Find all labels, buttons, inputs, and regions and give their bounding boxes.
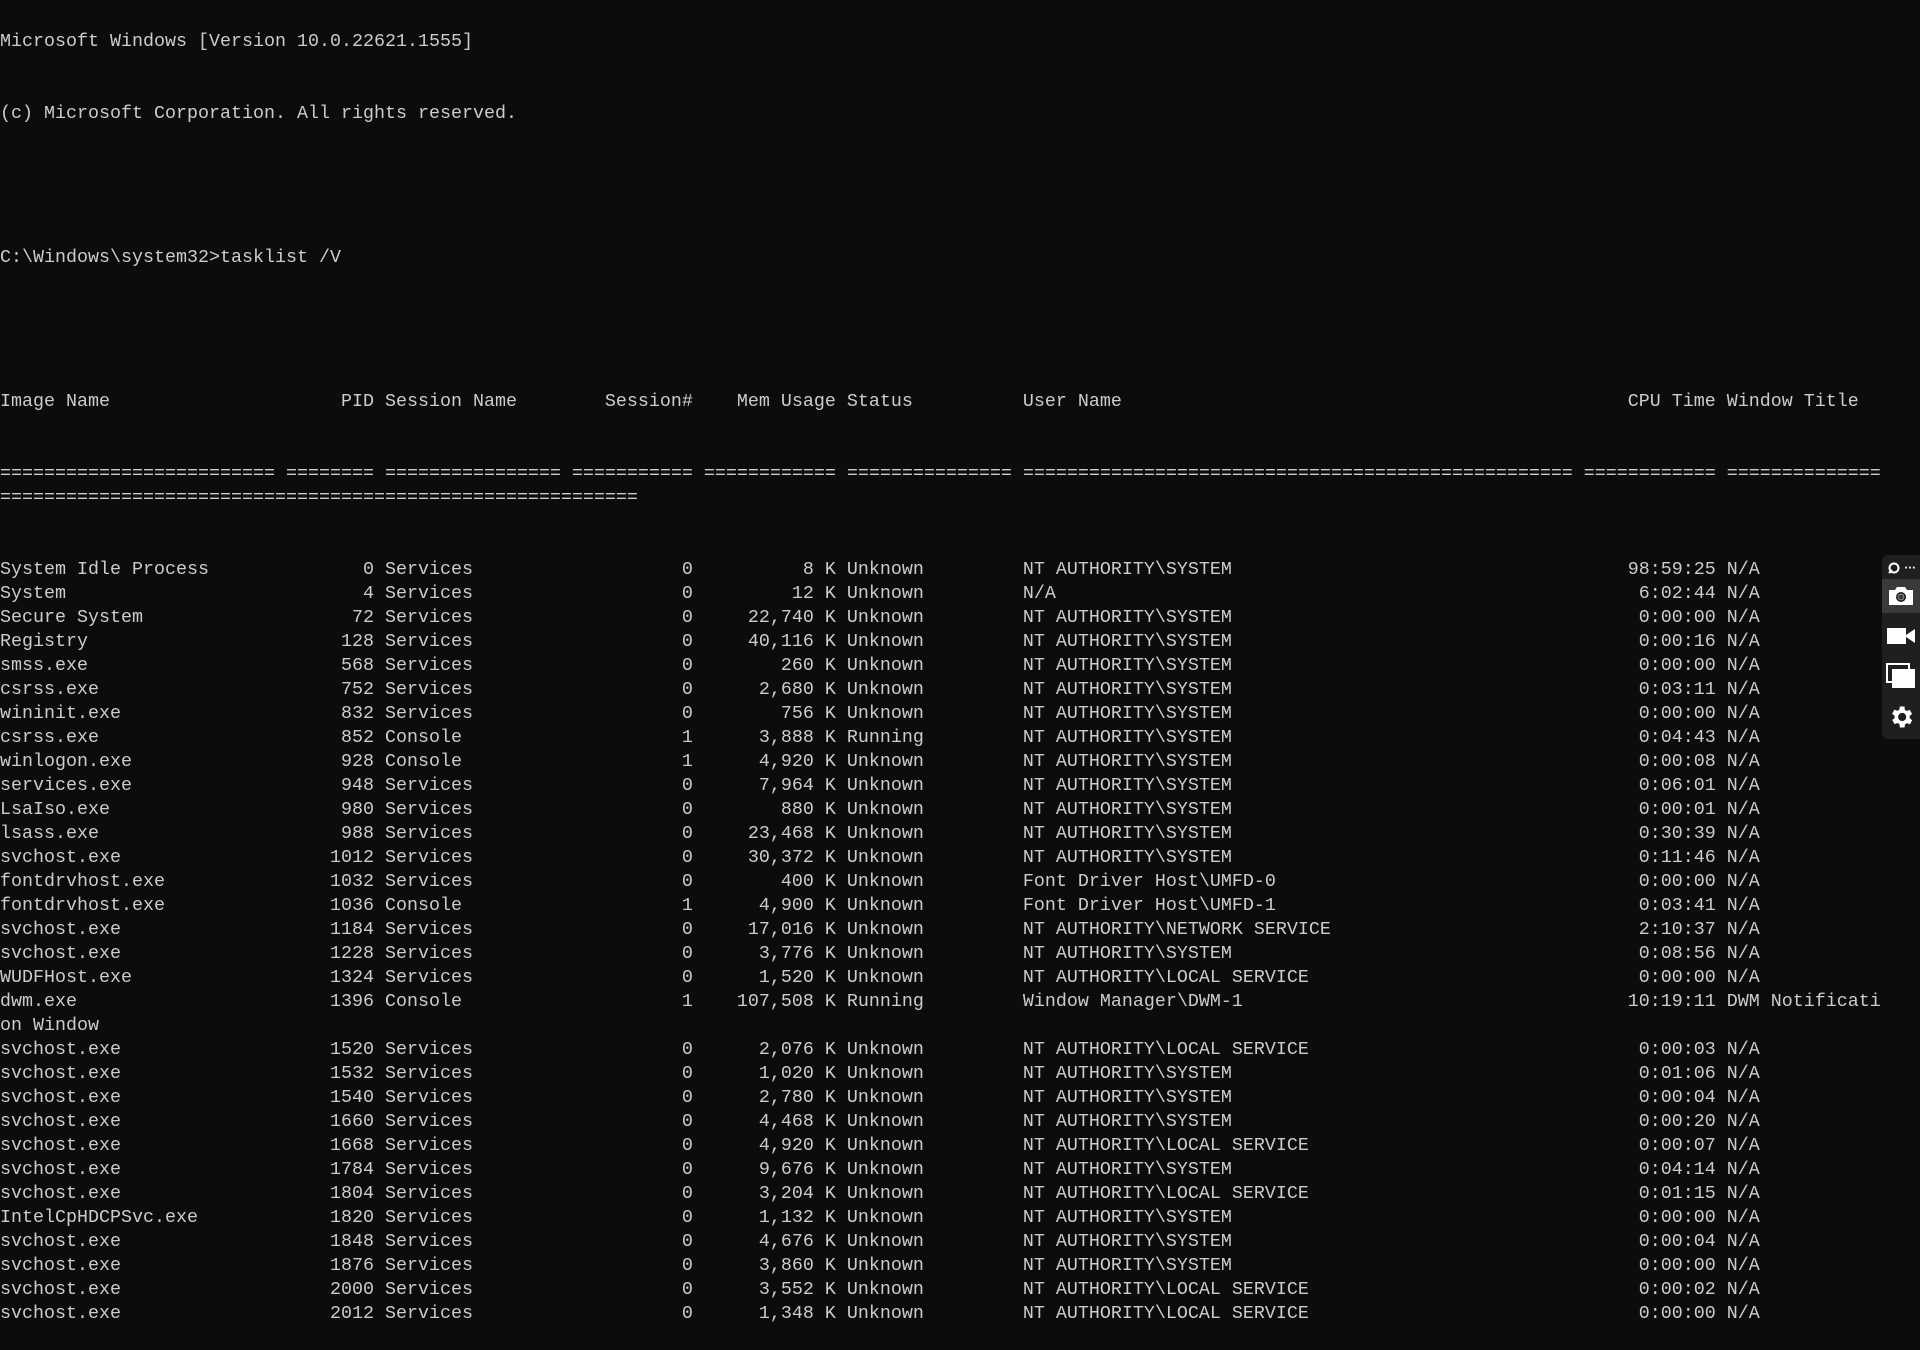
table-row: svchost.exe 1848 Services 0 4,676 K Unkn… <box>0 1231 1760 1252</box>
floating-capture-toolbar: ··· <box>1882 555 1920 739</box>
video-record-icon <box>1887 628 1915 644</box>
table-row: lsass.exe 988 Services 0 23,468 K Unknow… <box>0 823 1760 844</box>
table-row: svchost.exe 2000 Services 0 3,552 K Unkn… <box>0 1279 1760 1300</box>
table-row: wininit.exe 832 Services 0 756 K Unknown… <box>0 703 1760 724</box>
table-row: svchost.exe 1668 Services 0 4,920 K Unkn… <box>0 1135 1760 1156</box>
record-video-button[interactable] <box>1882 619 1920 653</box>
screenshot-camera-icon <box>1889 587 1913 605</box>
table-row: svchost.exe 2012 Services 0 1,348 K Unkn… <box>0 1303 1760 1324</box>
window-copy-icon <box>1886 663 1915 688</box>
table-row: winlogon.exe 928 Console 1 4,920 K Unkno… <box>0 751 1760 772</box>
table-row: fontdrvhost.exe 1036 Console 1 4,900 K U… <box>0 895 1760 916</box>
table-row: svchost.exe 1520 Services 0 2,076 K Unkn… <box>0 1039 1760 1060</box>
table-row: svchost.exe 1532 Services 0 1,020 K Unkn… <box>0 1063 1760 1084</box>
command-prompt: C:\Windows\system32>tasklist /V <box>0 247 341 268</box>
table-row: csrss.exe 752 Services 0 2,680 K Unknown… <box>0 679 1760 700</box>
pin-button[interactable]: ··· <box>1882 559 1920 577</box>
table-header: Image Name PID Session Name Session# Mem… <box>0 391 1859 412</box>
window-capture-button[interactable] <box>1882 659 1920 693</box>
copyright-line: (c) Microsoft Corporation. All rights re… <box>0 103 517 124</box>
version-banner: Microsoft Windows [Version 10.0.22621.15… <box>0 31 473 52</box>
table-row: svchost.exe 1784 Services 0 9,676 K Unkn… <box>0 1159 1760 1180</box>
table-row: fontdrvhost.exe 1032 Services 0 400 K Un… <box>0 871 1760 892</box>
table-row: WUDFHost.exe 1324 Services 0 1,520 K Unk… <box>0 967 1760 988</box>
table-row: dwm.exe 1396 Console 1 107,508 K Running… <box>0 991 1881 1036</box>
table-separator: ========================= ======== =====… <box>0 463 1881 508</box>
table-row: svchost.exe 1660 Services 0 4,468 K Unkn… <box>0 1111 1760 1132</box>
table-row: svchost.exe 1012 Services 0 30,372 K Unk… <box>0 847 1760 868</box>
process-table: System Idle Process 0 Services 0 8 K Unk… <box>0 558 1881 1326</box>
table-row: System Idle Process 0 Services 0 8 K Unk… <box>0 559 1760 580</box>
table-row: Registry 128 Services 0 40,116 K Unknown… <box>0 631 1760 652</box>
settings-button[interactable] <box>1882 699 1920 735</box>
table-row: svchost.exe 1184 Services 0 17,016 K Unk… <box>0 919 1760 940</box>
table-row: LsaIso.exe 980 Services 0 880 K Unknown … <box>0 799 1760 820</box>
table-row: csrss.exe 852 Console 1 3,888 K Running … <box>0 727 1760 748</box>
more-options[interactable]: ··· <box>1904 563 1915 574</box>
screenshot-button[interactable] <box>1882 579 1920 613</box>
table-row: IntelCpHDCPSvc.exe 1820 Services 0 1,132… <box>0 1207 1760 1228</box>
table-row: Secure System 72 Services 0 22,740 K Unk… <box>0 607 1760 628</box>
table-row: smss.exe 568 Services 0 260 K Unknown NT… <box>0 655 1760 676</box>
table-row: svchost.exe 1804 Services 0 3,204 K Unkn… <box>0 1183 1760 1204</box>
table-row: svchost.exe 1876 Services 0 3,860 K Unkn… <box>0 1255 1760 1276</box>
table-row: services.exe 948 Services 0 7,964 K Unkn… <box>0 775 1760 796</box>
table-row: System 4 Services 0 12 K Unknown N/A 6:0… <box>0 583 1760 604</box>
settings-gear-icon <box>1892 706 1913 728</box>
terminal-output[interactable]: Microsoft Windows [Version 10.0.22621.15… <box>0 0 1881 1350</box>
table-row: svchost.exe 1540 Services 0 2,780 K Unkn… <box>0 1087 1760 1108</box>
